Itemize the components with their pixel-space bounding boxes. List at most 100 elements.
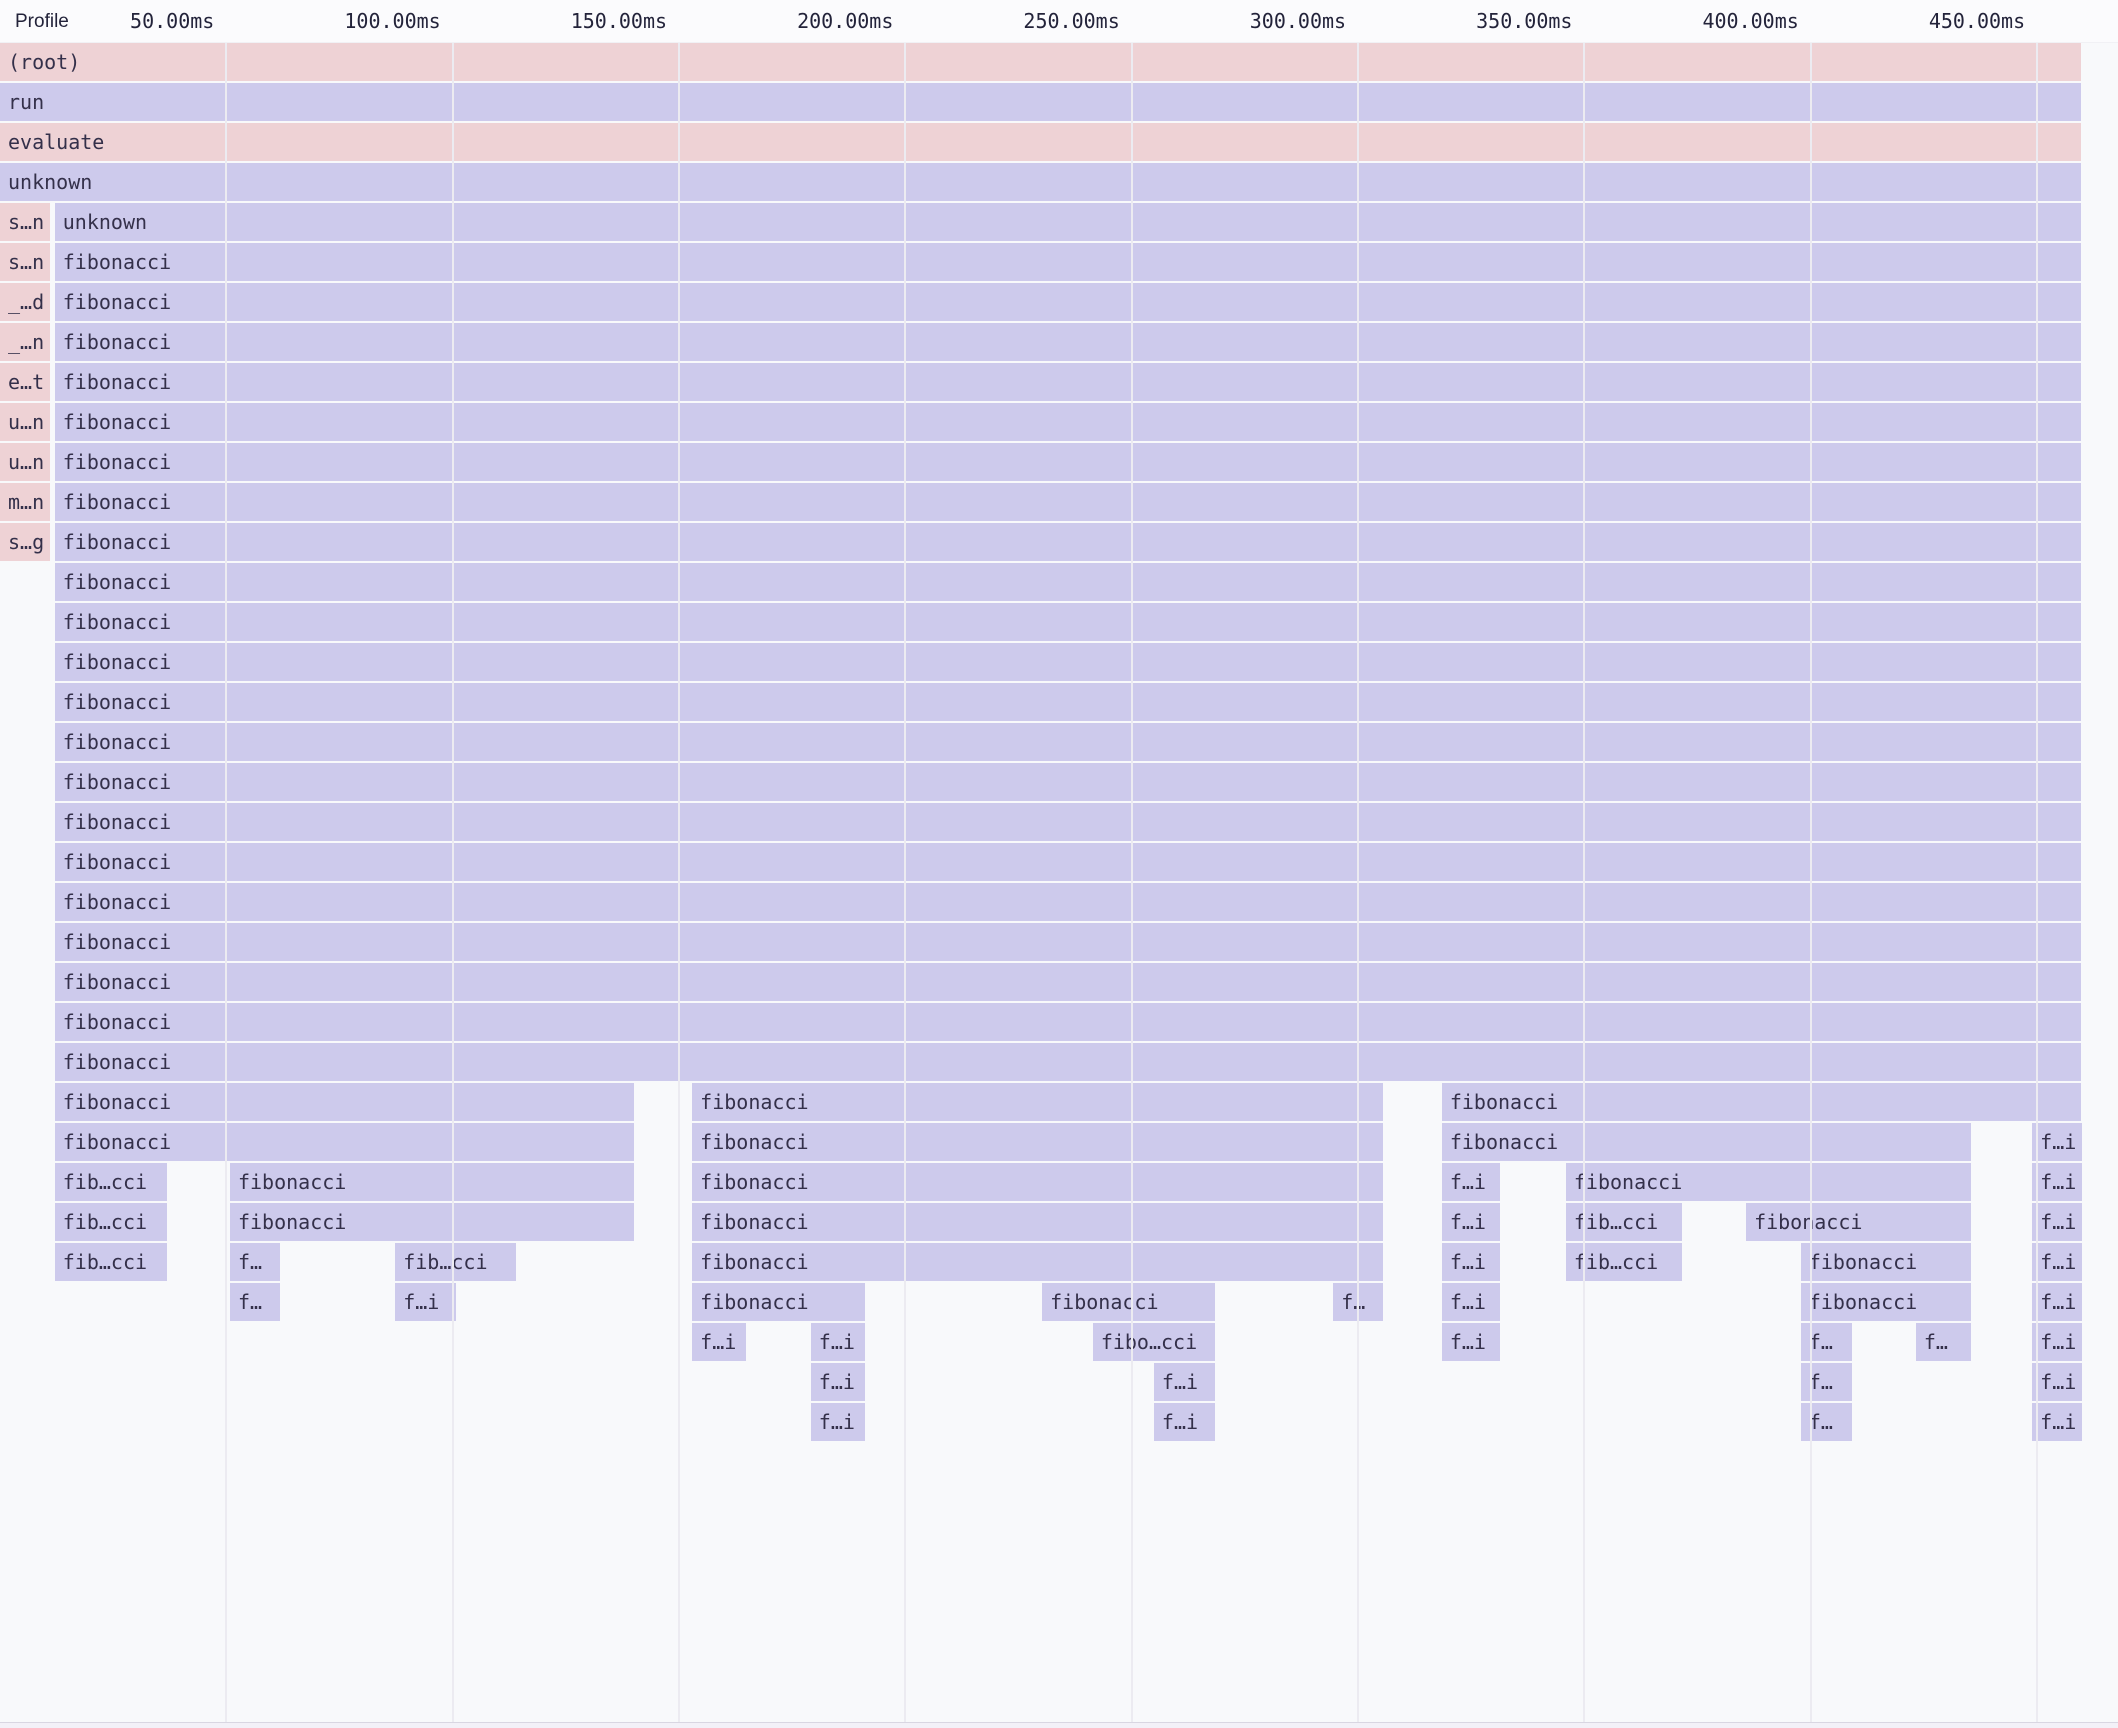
flame-bar[interactable]: fibonacci <box>692 1243 1383 1281</box>
flame-bar[interactable]: f… <box>1801 1323 1852 1361</box>
flame-bar[interactable]: f… <box>230 1283 280 1321</box>
bottom-edge-strip <box>0 1722 2118 1728</box>
flame-bar[interactable]: fibonacci <box>1801 1243 1971 1281</box>
flame-bar[interactable]: f…i <box>692 1323 746 1361</box>
time-tick-label: 450.00ms <box>1865 0 2025 43</box>
flame-bar[interactable]: f…i <box>811 1363 865 1401</box>
time-tick-label: 100.00ms <box>281 0 441 43</box>
time-tick-label: 400.00ms <box>1639 0 1799 43</box>
flame-bar[interactable]: fibo…cci <box>1093 1323 1215 1361</box>
flame-bar[interactable]: fibonacci <box>55 723 2081 761</box>
flame-bar[interactable]: fibonacci <box>55 763 2081 801</box>
flame-bar[interactable]: m…n <box>0 483 50 521</box>
flame-bar[interactable]: fibonacci <box>55 1003 2081 1041</box>
flame-bar[interactable]: s…n <box>0 243 50 281</box>
flame-bar[interactable]: fibonacci <box>55 883 2081 921</box>
gridline <box>1357 43 1359 1722</box>
flame-bar[interactable]: fibonacci <box>1566 1163 1971 1201</box>
gridline <box>1810 43 1812 1722</box>
gridline <box>1583 43 1585 1722</box>
flame-bar[interactable]: fibonacci <box>55 1083 634 1121</box>
flame-bar[interactable]: fib…cci <box>55 1163 167 1201</box>
flame-bar[interactable]: _…d <box>0 283 50 321</box>
time-tick-label: 250.00ms <box>960 0 1120 43</box>
flame-bar[interactable]: f…i <box>2032 1163 2082 1201</box>
flame-bar[interactable]: run <box>0 83 2081 121</box>
flame-bar[interactable]: unknown <box>0 163 2081 201</box>
flame-bar[interactable]: fibonacci <box>55 283 2081 321</box>
flame-bar[interactable]: e…t <box>0 363 50 401</box>
flame-bar[interactable]: fibonacci <box>55 563 2081 601</box>
flame-bar[interactable]: fibonacci <box>55 843 2081 881</box>
flamechart-canvas[interactable]: (root)runevaluateunknowns…nunknowns…nfib… <box>0 0 2118 1722</box>
flame-bar[interactable]: fibonacci <box>55 363 2081 401</box>
flame-bar[interactable]: f… <box>230 1243 280 1281</box>
time-ruler-header: Profile 50.00ms100.00ms150.00ms200.00ms2… <box>0 0 2118 43</box>
flame-bar[interactable]: f…i <box>2032 1243 2082 1281</box>
flame-bar[interactable]: f…i <box>2032 1403 2082 1441</box>
flame-bar[interactable]: fibonacci <box>55 1123 634 1161</box>
flame-bar[interactable]: fibonacci <box>1042 1283 1215 1321</box>
flame-bar[interactable]: fibonacci <box>1801 1283 1971 1321</box>
flame-bar[interactable]: f…i <box>1442 1243 1500 1281</box>
flame-bar[interactable]: fibonacci <box>230 1203 634 1241</box>
flame-bar[interactable]: s…g <box>0 523 50 561</box>
flame-bar[interactable]: fibonacci <box>55 923 2081 961</box>
flame-bar[interactable]: fib…cci <box>55 1243 167 1281</box>
flame-bar[interactable]: fibonacci <box>1442 1083 2081 1121</box>
flame-bar[interactable]: _…n <box>0 323 50 361</box>
flame-bar[interactable]: fibonacci <box>55 323 2081 361</box>
flame-bar[interactable]: fibonacci <box>55 683 2081 721</box>
flame-bar[interactable]: fibonacci <box>55 603 2081 641</box>
time-tick-label: 350.00ms <box>1412 0 1572 43</box>
flame-bar[interactable]: f…i <box>1442 1203 1500 1241</box>
flame-bar[interactable]: fibonacci <box>55 403 2081 441</box>
flame-bar[interactable]: fibonacci <box>55 243 2081 281</box>
flame-bar[interactable]: fibonacci <box>1442 1123 1971 1161</box>
time-tick-label: 200.00ms <box>733 0 893 43</box>
flame-bar[interactable]: f… <box>1801 1363 1852 1401</box>
flame-bar[interactable]: fibonacci <box>230 1163 634 1201</box>
flame-bar[interactable]: u…n <box>0 403 50 441</box>
flame-bar[interactable]: f…i <box>2032 1203 2082 1241</box>
flame-bar[interactable]: f…i <box>2032 1363 2082 1401</box>
flame-bar[interactable]: fibonacci <box>55 1043 2081 1081</box>
flame-bar[interactable]: fibonacci <box>55 963 2081 1001</box>
flame-bar[interactable]: f… <box>1916 1323 1971 1361</box>
flame-bar[interactable]: fibonacci <box>55 643 2081 681</box>
flame-bar[interactable]: fibonacci <box>692 1163 1383 1201</box>
flame-bar[interactable]: unknown <box>55 203 2081 241</box>
flame-bar[interactable]: fibonacci <box>55 483 2081 521</box>
flame-bar[interactable]: fibonacci <box>1746 1203 1971 1241</box>
flame-bar[interactable]: fibonacci <box>55 803 2081 841</box>
flame-bar[interactable]: f…i <box>1442 1323 1500 1361</box>
flame-bar[interactable]: evaluate <box>0 123 2081 161</box>
flame-bar[interactable]: f…i <box>811 1323 865 1361</box>
flame-bar[interactable]: fib…cci <box>55 1203 167 1241</box>
flame-bar[interactable]: f…i <box>395 1283 456 1321</box>
flame-bar[interactable]: f…i <box>2032 1283 2082 1321</box>
flame-bar[interactable]: fib…cci <box>395 1243 516 1281</box>
gridline <box>678 43 680 1722</box>
flame-bar[interactable]: fibonacci <box>692 1203 1383 1241</box>
time-tick-label: 150.00ms <box>507 0 667 43</box>
flame-bar[interactable]: f…i <box>1442 1163 1500 1201</box>
flame-bar[interactable]: f…i <box>2032 1123 2082 1161</box>
flame-bar[interactable]: f…i <box>811 1403 865 1441</box>
time-tick-label: 300.00ms <box>1186 0 1346 43</box>
flame-bar[interactable]: fibonacci <box>692 1123 1383 1161</box>
gridline <box>2036 43 2038 1722</box>
flame-bar[interactable]: f…i <box>2032 1323 2082 1361</box>
gridline <box>1131 43 1133 1722</box>
flame-bar[interactable]: fibonacci <box>55 523 2081 561</box>
flame-bar[interactable]: fibonacci <box>692 1283 865 1321</box>
flame-bar[interactable]: fibonacci <box>692 1083 1383 1121</box>
flame-bar[interactable]: fibonacci <box>55 443 2081 481</box>
flame-bar[interactable]: u…n <box>0 443 50 481</box>
flame-bar[interactable]: (root) <box>0 43 2081 81</box>
flame-bar[interactable]: f…i <box>1154 1363 1215 1401</box>
flame-bar[interactable]: f…i <box>1442 1283 1500 1321</box>
flame-bar[interactable]: f… <box>1801 1403 1852 1441</box>
flame-bar[interactable]: f…i <box>1154 1403 1215 1441</box>
flame-bar[interactable]: s…n <box>0 203 50 241</box>
